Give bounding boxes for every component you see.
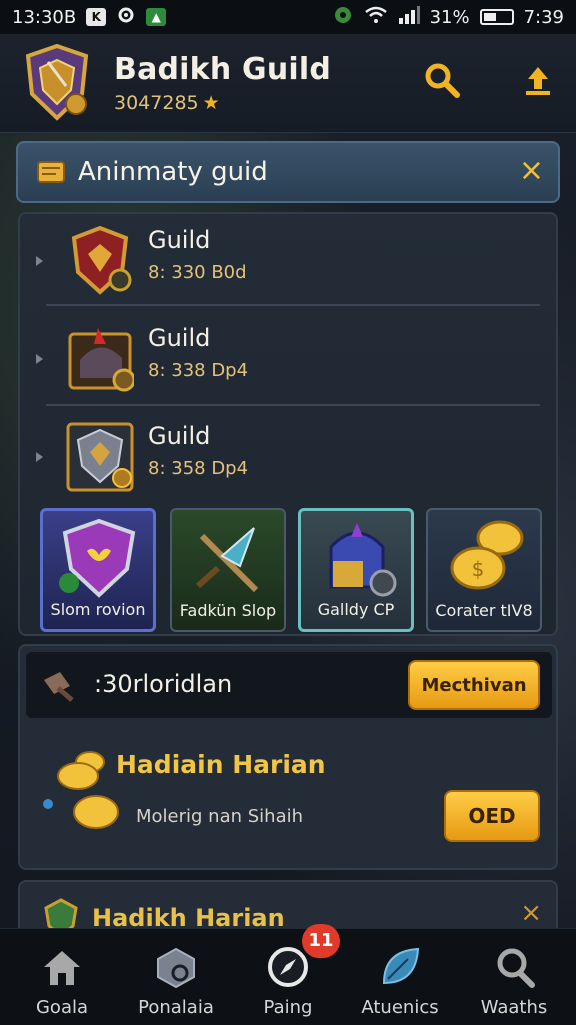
card-corater[interactable]: $ Corater tIV8	[426, 508, 542, 632]
notification-icon: ▲	[146, 8, 167, 26]
card-slom-rovion[interactable]: Slom rovion	[40, 508, 156, 632]
status-right: 31% 7:39	[332, 4, 564, 31]
red-shield-icon	[66, 224, 134, 295]
guild-banner: Aninmaty guid ×	[16, 141, 560, 203]
settings-icon	[116, 5, 136, 30]
guild-name: Guild	[148, 226, 211, 254]
divider	[46, 304, 540, 306]
search-button[interactable]	[420, 58, 464, 102]
leaf-icon	[382, 947, 420, 985]
claim-button[interactable]: OED	[444, 790, 540, 842]
upload-button[interactable]	[516, 58, 560, 102]
helmet-icon	[329, 523, 397, 597]
crossed-weapons-icon	[195, 527, 259, 593]
nav-label: Paing	[263, 997, 313, 1018]
status-time-left: 13:30B	[12, 6, 77, 28]
compass-icon	[268, 947, 308, 987]
guild-value: 8: 358 Dp4	[148, 458, 249, 479]
notification-badge: 11	[302, 924, 340, 958]
guild-crest-icon[interactable]	[20, 42, 94, 122]
card-fadkun-slop[interactable]: Fadkün Slop	[170, 508, 286, 632]
card-label: Slom rovion	[50, 600, 146, 619]
guild-subtitle: 3047285 ★	[114, 92, 220, 114]
guild-name: Guild	[148, 422, 211, 450]
guild-list-item[interactable]: Guild 8: 358 Dp4	[20, 410, 556, 506]
nav-label: Waaths	[480, 997, 548, 1018]
gold-coins-icon: $	[450, 520, 524, 590]
daily-reward-subtitle: Molerig nan Sihaih	[136, 806, 304, 827]
expand-arrow-icon	[36, 452, 43, 462]
guild-value: 8: 330 B0d	[148, 262, 247, 283]
guild-name: Guild	[148, 324, 211, 352]
status-clock: 7:39	[523, 6, 564, 28]
steel-shield-icon	[66, 420, 134, 492]
mecthivan-button[interactable]: Mecthivan	[408, 660, 540, 710]
nav-label: Goala	[35, 997, 89, 1018]
card-label: Fadkün Slop	[179, 601, 277, 620]
svg-text:$: $	[472, 557, 485, 581]
collapsed-panel-close-button[interactable]: ×	[520, 898, 542, 928]
divider	[46, 404, 540, 406]
signal-icon	[398, 5, 420, 29]
nav-label: Atuenics	[361, 997, 439, 1018]
guild-power-value: 3047285	[114, 92, 199, 114]
search-person-icon	[497, 948, 535, 988]
star-icon: ★	[202, 92, 220, 114]
expand-arrow-icon	[36, 256, 43, 266]
nav-atuenics[interactable]: Atuenics	[352, 939, 448, 1023]
expand-arrow-icon	[36, 354, 43, 364]
scroll-icon	[34, 156, 68, 192]
status-left: 13:30B K ▲	[12, 5, 167, 30]
status-bar: 13:30B K ▲ 31% 7:39	[0, 0, 576, 34]
nav-label: Ponalaia	[138, 997, 214, 1018]
card-galldy-cp[interactable]: Galldy CP	[298, 508, 414, 632]
wifi-icon	[364, 6, 388, 29]
settings-gear-icon	[332, 4, 354, 31]
rewards-header-label: :30rloridlan	[94, 670, 233, 698]
battery-percent: 31%	[429, 6, 470, 28]
hammer-icon	[40, 666, 78, 708]
home-icon	[44, 951, 80, 985]
k-icon: K	[86, 8, 107, 26]
guild-list-panel: Guild 8: 330 B0d Guild 8: 338 Dp4 Guild …	[18, 212, 558, 636]
banner-title: Aninmaty guid	[78, 157, 268, 187]
battery-icon	[479, 9, 514, 25]
guild-title: Badikh Guild	[114, 52, 332, 87]
guild-header: Badikh Guild 3047285 ★	[0, 34, 576, 133]
purple-shield-icon	[59, 518, 136, 598]
daily-reward-title: Hadiain Harian	[116, 750, 326, 779]
card-label: Corater tIV8	[435, 601, 533, 620]
cube-icon	[157, 947, 195, 989]
nav-goala[interactable]: Goala	[14, 939, 110, 1023]
guild-cards: Slom rovion Fadkün Slop Galldy CP $ Cora…	[40, 508, 542, 634]
guild-list-item[interactable]: Guild 8: 338 Dp4	[20, 312, 556, 408]
card-label: Galldy CP	[317, 600, 395, 619]
nav-waaths[interactable]: Waaths	[466, 939, 562, 1023]
treasure-chest-icon	[66, 322, 136, 392]
nav-ponalaia[interactable]: Ponalaia	[128, 939, 224, 1023]
guild-value: 8: 338 Dp4	[148, 360, 249, 381]
rewards-header: :30rloridlan Mecthivan	[26, 652, 552, 718]
upload-icon	[526, 67, 550, 95]
rewards-panel: :30rloridlan Mecthivan Hadiain Harian Mo…	[18, 644, 558, 870]
bottom-nav: Goala Ponalaia Paing Atuenics Waaths	[0, 928, 576, 1025]
search-icon	[425, 63, 460, 98]
banner-close-button[interactable]: ×	[519, 153, 544, 189]
guild-list-item[interactable]: Guild 8: 330 B0d	[20, 214, 556, 310]
